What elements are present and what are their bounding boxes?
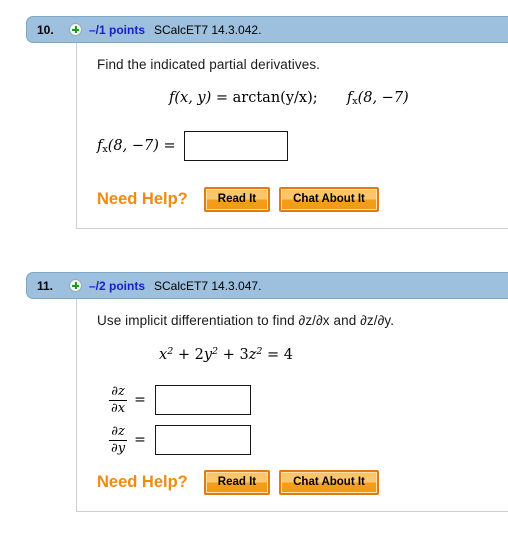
chat-about-it-button[interactable]: Chat About It (279, 469, 379, 495)
need-help-row-10: Need Help? Read It Chat About It (97, 187, 508, 213)
homework-page: 10. –/1 points SCalcET7 14.3.042. Find t… (0, 0, 508, 535)
problem-header-10: 10. –/1 points SCalcET7 14.3.042. (26, 16, 508, 43)
plus-circle-icon[interactable] (69, 279, 82, 292)
answer-row-partial-z-partial-y: ∂z ∂y = (109, 425, 508, 456)
answer-row-10: fx(8, −7) = (97, 131, 508, 161)
eq-z-coefficient: 3 (239, 347, 249, 363)
read-it-button[interactable]: Read It (203, 187, 271, 213)
equation-equals: = (215, 90, 229, 106)
problem-header-11: 11. –/2 points SCalcET7 14.3.047. (26, 272, 508, 299)
eq-equals: = (267, 347, 280, 363)
equals-sign: = (134, 432, 146, 449)
partial-z-partial-x-fraction: ∂z ∂x (109, 385, 128, 416)
points-label: –/2 points (89, 278, 146, 293)
need-help-row-11: Need Help? Read It Chat About It (97, 469, 508, 495)
problem-card-11: 11. –/2 points SCalcET7 14.3.047. Use im… (26, 272, 508, 512)
eq-x-exponent: 2 (167, 346, 174, 357)
equation-second-args: (8, −7) (357, 90, 409, 106)
question-text: Use implicit differentiation to find ∂z/… (97, 313, 395, 328)
fraction-denominator: ∂x (111, 400, 126, 416)
answer-label: fx(8, −7) = (97, 137, 176, 155)
need-help-label: Need Help? (97, 472, 188, 491)
eq-y-coefficient: 2 (194, 347, 204, 363)
problem-body-11: Use implicit differentiation to find ∂z/… (76, 299, 508, 512)
problem-source-label: SCalcET7 14.3.047. (154, 278, 262, 293)
equals-sign: = (134, 392, 146, 409)
problem-number: 10. (37, 22, 54, 37)
partial-z-partial-y-fraction: ∂z ∂y (109, 425, 128, 456)
problem-number: 11. (37, 278, 54, 293)
eq-plus-2: + (222, 347, 235, 363)
problem-card-10: 10. –/1 points SCalcET7 14.3.042. Find t… (26, 16, 508, 230)
points-label: –/1 points (89, 22, 146, 37)
problem-equation-11: x2 + 2y2 + 3z2 = 4 (159, 346, 508, 363)
eq-y-exponent: 2 (212, 346, 219, 357)
answer-input-partial-z-partial-x[interactable] (154, 385, 251, 416)
problem-equation-10: f(x, y) = arctan(y/x); fx(8, −7) (169, 90, 508, 107)
answer-row-partial-z-partial-x: ∂z ∂x = (109, 385, 508, 416)
chat-about-it-button[interactable]: Chat About It (279, 187, 379, 213)
fraction-numerator: ∂z (109, 425, 128, 441)
eq-x: x (159, 347, 168, 363)
read-it-button[interactable]: Read It (203, 469, 271, 495)
answer-input-fx[interactable] (183, 131, 288, 161)
need-help-label: Need Help? (97, 190, 188, 209)
fraction-denominator: ∂y (111, 440, 126, 456)
eq-plus-1: + (177, 347, 190, 363)
plus-circle-icon[interactable] (69, 23, 82, 36)
eq-z-exponent: 2 (256, 346, 263, 357)
fraction-numerator: ∂z (109, 385, 128, 401)
equation-args: (x, y) (174, 90, 212, 106)
eq-y: y (203, 347, 213, 363)
problem-source-label: SCalcET7 14.3.042. (154, 22, 262, 37)
question-text: Find the indicated partial derivatives. (97, 57, 321, 72)
equation-rhs: arctan(y/x); (232, 90, 318, 106)
eq-rhs: 4 (283, 347, 293, 363)
problem-body-10: Find the indicated partial derivatives. … (76, 43, 508, 230)
answer-input-partial-z-partial-y[interactable] (154, 425, 251, 456)
